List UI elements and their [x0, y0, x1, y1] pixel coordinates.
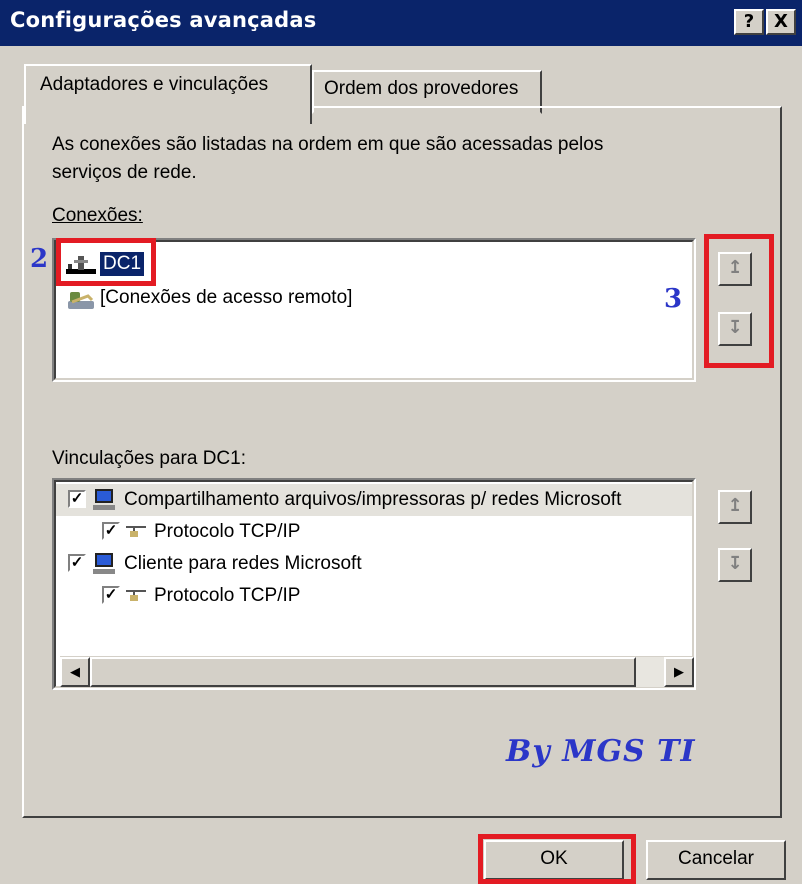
advanced-settings-dialog: Configurações avançadas ? X Adaptadores … [0, 0, 802, 884]
scroll-right-button[interactable]: ▶ [664, 657, 694, 687]
scroll-thumb[interactable] [90, 657, 636, 687]
move-binding-down-button[interactable]: ↧ [718, 548, 752, 582]
computer-icon [93, 553, 115, 574]
highlight-box-order-buttons [704, 234, 774, 368]
window-title: Configurações avançadas [10, 8, 317, 32]
connection-item-remote-label: [Conexões de acesso remoto] [100, 287, 353, 308]
description-line2: serviços de rede. [52, 162, 197, 183]
title-bar: Configurações avançadas ? X [0, 0, 802, 46]
annotation-number-3: 3 [664, 284, 683, 314]
binding-checkbox[interactable]: ✓ [102, 522, 120, 540]
description-line1: As conexões são listadas na ordem em que… [52, 134, 604, 155]
tab-provider-order-label: Ordem dos provedores [324, 78, 519, 99]
cancel-button[interactable]: Cancelar [646, 840, 786, 880]
binding-item-label: Compartilhamento arquivos/impressoras p/… [124, 489, 622, 510]
dialup-icon [68, 292, 94, 309]
protocol-icon [126, 590, 146, 601]
binding-item-label: Cliente para redes Microsoft [124, 553, 362, 574]
binding-item-label: Protocolo TCP/IP [154, 585, 301, 606]
computer-icon [93, 489, 115, 510]
scroll-left-button[interactable]: ◀ [60, 657, 90, 687]
watermark: By MGS TI [506, 734, 696, 769]
highlight-box-ok [478, 834, 636, 884]
tab-adapters-bindings-label: Adaptadores e vinculações [40, 74, 269, 95]
binding-item-label: Protocolo TCP/IP [154, 521, 301, 542]
annotation-number-2: 2 [30, 244, 49, 274]
connections-label: Conexões: [52, 205, 143, 226]
binding-checkbox[interactable]: ✓ [68, 490, 86, 508]
bindings-horizontal-scrollbar[interactable]: ◀ ▶ [60, 656, 694, 687]
tab-adapters-bindings[interactable]: Adaptadores e vinculações [24, 64, 312, 124]
move-binding-up-button[interactable]: ↥ [718, 490, 752, 524]
bindings-label: Vinculações para DC1: [52, 448, 246, 469]
highlight-box-dc1 [56, 238, 156, 286]
help-button[interactable]: ? [734, 9, 764, 35]
binding-checkbox[interactable]: ✓ [68, 554, 86, 572]
close-button[interactable]: X [766, 9, 796, 35]
binding-checkbox[interactable]: ✓ [102, 586, 120, 604]
protocol-icon [126, 526, 146, 537]
